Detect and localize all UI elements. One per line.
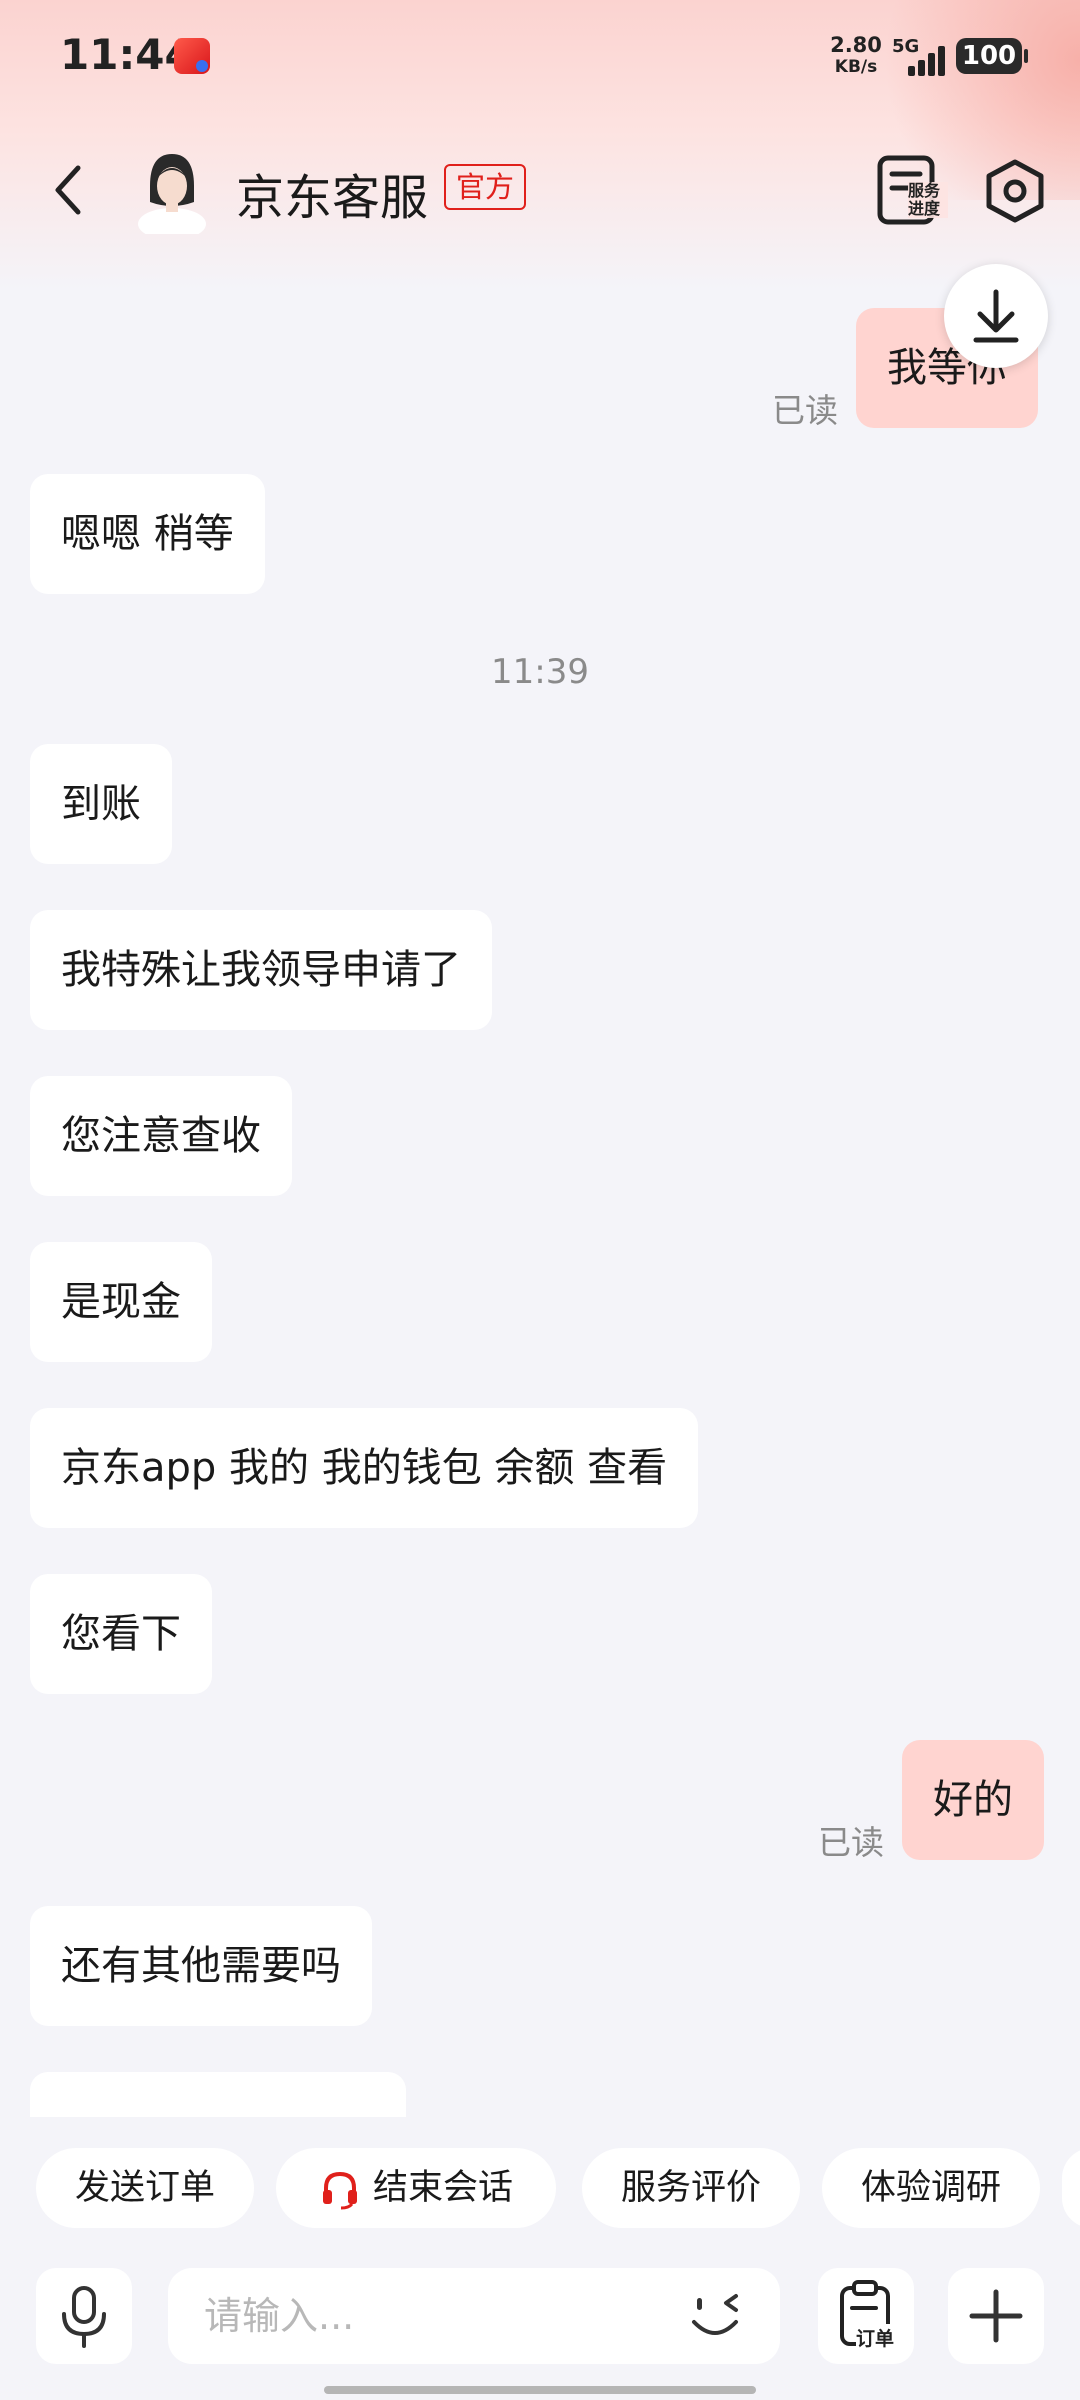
more-functions-button[interactable]	[948, 2268, 1044, 2364]
emoji-button[interactable]	[684, 2286, 746, 2348]
service-progress-button[interactable]: 服务进度	[876, 152, 948, 230]
incoming-message-partial[interactable]	[30, 2072, 406, 2117]
read-status: 已读	[818, 1823, 884, 1862]
incoming-message[interactable]: 到账	[30, 744, 172, 864]
send-order-chip[interactable]: 发送订单	[36, 2148, 254, 2228]
settings-hexagon-icon	[986, 159, 1044, 223]
scroll-to-bottom-button[interactable]	[944, 264, 1048, 368]
download-icon	[973, 289, 1019, 343]
chat-header: 京东客服 官方 服务进度	[0, 130, 1080, 250]
service-rating-chip[interactable]: 服务评价	[582, 2148, 800, 2228]
signal-icon	[908, 44, 948, 76]
incoming-message[interactable]: 京东app 我的 我的钱包 余额 查看	[30, 1408, 699, 1528]
quick-actions: 发送订单 结束会话 服务评价 体验调研	[0, 2148, 1080, 2240]
page-title: 京东客服	[236, 170, 429, 226]
order-button[interactable]: 订单	[818, 2268, 914, 2364]
read-status: 已读	[772, 391, 838, 430]
chip-label: 体验调研	[860, 2168, 1001, 2208]
plus-icon	[969, 2289, 1023, 2343]
incoming-message[interactable]: 是现金	[30, 1242, 212, 1362]
end-session-chip[interactable]: 结束会话	[276, 2148, 556, 2228]
chevron-left-icon	[55, 165, 81, 215]
order-label: 订单	[856, 2324, 895, 2351]
status-bar: 11:44 2.80 KB/s 5G 100	[0, 0, 1080, 120]
incoming-message[interactable]: 我特殊让我领导申请了	[30, 910, 492, 1030]
home-indicator[interactable]	[324, 2386, 756, 2394]
chat-messages[interactable]: 已读 我等你 嗯嗯 稍等 11:39 到账 我特殊让我领导申请了 您注意查收 是…	[0, 290, 1080, 2117]
outgoing-message[interactable]: 好的	[902, 1740, 1044, 1860]
voice-button[interactable]	[36, 2268, 132, 2364]
network-speed-unit: KB/s	[834, 57, 878, 77]
chip-label: 结束会话	[372, 2168, 513, 2208]
input-bar: 订单	[0, 2268, 1080, 2368]
app-notification-icon	[174, 38, 210, 74]
back-button[interactable]	[40, 150, 100, 230]
chip-label: 服务评价	[620, 2168, 761, 2208]
avatar[interactable]	[136, 146, 208, 240]
headset-icon	[322, 2171, 357, 2210]
wink-face-icon	[692, 2294, 738, 2335]
incoming-message[interactable]: 还有其他需要吗	[30, 1906, 372, 2026]
incoming-message[interactable]: 您看下	[30, 1574, 212, 1694]
experience-survey-chip[interactable]: 体验调研	[822, 2148, 1040, 2228]
network-speed-value: 2.80	[830, 33, 882, 57]
settings-button[interactable]	[980, 156, 1050, 226]
message-timestamp: 11:39	[491, 652, 589, 692]
network-speed: 2.80 KB/s	[826, 34, 886, 78]
microphone-icon	[62, 2286, 106, 2348]
more-chip-partial[interactable]	[1062, 2148, 1080, 2228]
service-progress-label: 服务进度	[908, 182, 948, 218]
incoming-message[interactable]: 您注意查收	[30, 1076, 292, 1196]
incoming-message[interactable]: 嗯嗯 稍等	[30, 474, 265, 594]
chip-label: 发送订单	[74, 2168, 215, 2208]
battery-icon: 100	[956, 38, 1028, 74]
official-badge: 官方	[444, 164, 527, 210]
